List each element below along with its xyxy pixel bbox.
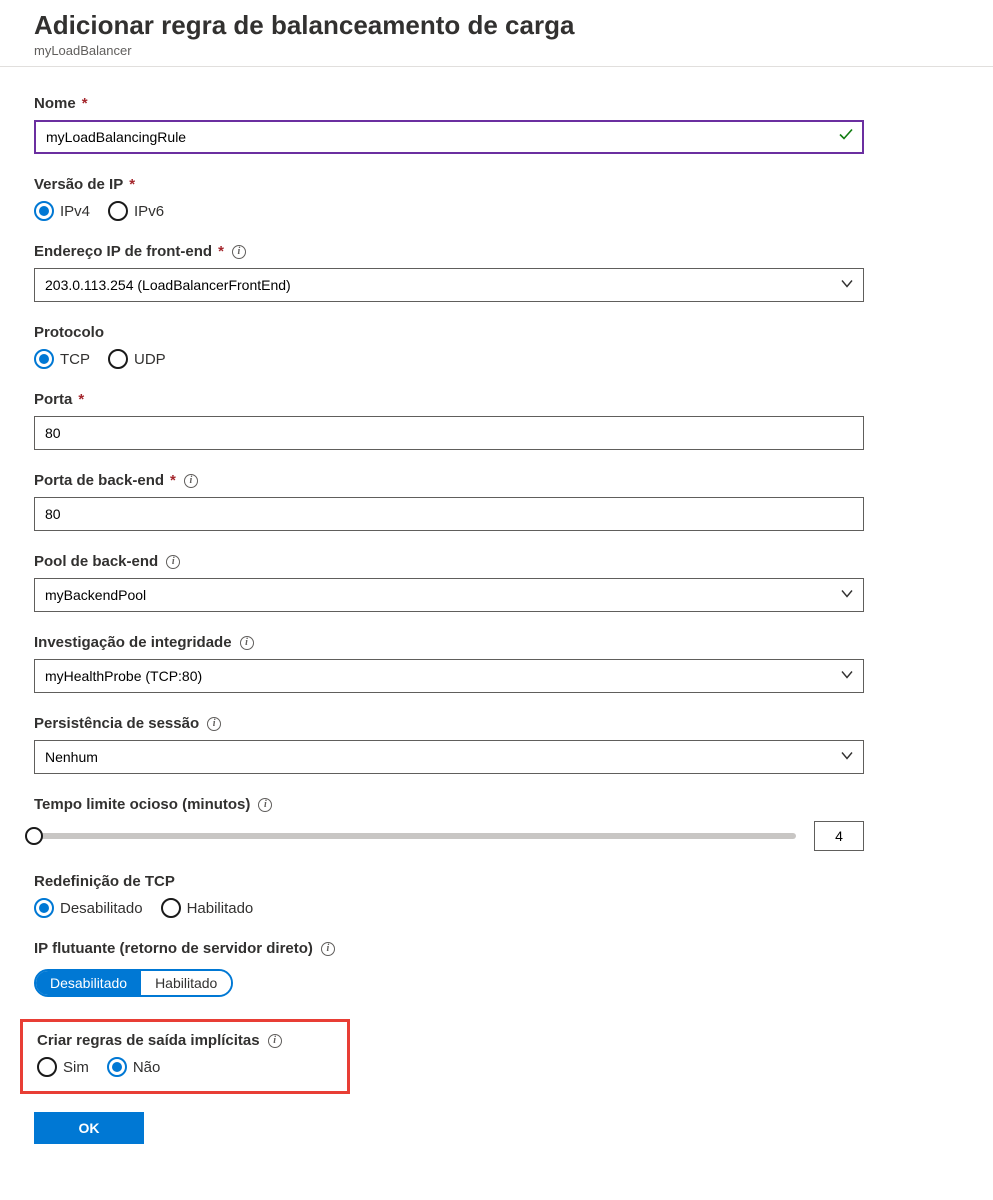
info-icon[interactable]: i bbox=[268, 1034, 282, 1048]
info-icon[interactable]: i bbox=[166, 555, 180, 569]
info-icon[interactable]: i bbox=[184, 474, 198, 488]
frontend-ip-select[interactable] bbox=[34, 268, 864, 302]
info-icon[interactable]: i bbox=[232, 245, 246, 259]
ip-version-ipv6[interactable]: IPv6 bbox=[108, 201, 164, 221]
implicit-outbound-no[interactable]: Não bbox=[107, 1057, 161, 1077]
port-label: Porta* bbox=[34, 391, 959, 408]
radio-icon bbox=[161, 898, 181, 918]
name-label: Nome* bbox=[34, 95, 959, 112]
ok-button[interactable]: OK bbox=[34, 1112, 144, 1144]
radio-icon bbox=[34, 201, 54, 221]
radio-icon bbox=[108, 349, 128, 369]
idle-timeout-value[interactable] bbox=[814, 821, 864, 851]
ip-version-ipv4[interactable]: IPv4 bbox=[34, 201, 90, 221]
divider bbox=[0, 66, 993, 67]
protocol-tcp[interactable]: TCP bbox=[34, 349, 90, 369]
implicit-outbound-label: Criar regras de saída implícitas i bbox=[37, 1032, 333, 1049]
backend-pool-label: Pool de back-end i bbox=[34, 553, 959, 570]
ip-version-label: Versão de IP* bbox=[34, 176, 959, 193]
name-input[interactable] bbox=[34, 120, 864, 154]
check-icon bbox=[838, 127, 854, 148]
implicit-outbound-highlight: Criar regras de saída implícitas i Sim N… bbox=[20, 1019, 350, 1094]
required-star: * bbox=[218, 243, 224, 260]
session-persistence-label: Persistência de sessão i bbox=[34, 715, 959, 732]
backend-port-label: Porta de back-end* i bbox=[34, 472, 959, 489]
backend-port-input[interactable] bbox=[34, 497, 864, 531]
implicit-outbound-yes[interactable]: Sim bbox=[37, 1057, 89, 1077]
port-input[interactable] bbox=[34, 416, 864, 450]
required-star: * bbox=[129, 176, 135, 193]
idle-timeout-slider[interactable] bbox=[34, 833, 796, 839]
radio-icon bbox=[107, 1057, 127, 1077]
protocol-label: Protocolo bbox=[34, 324, 959, 341]
health-probe-label: Investigação de integridade i bbox=[34, 634, 959, 651]
info-icon[interactable]: i bbox=[207, 717, 221, 731]
frontend-ip-label: Endereço IP de front-end* i bbox=[34, 243, 959, 260]
protocol-udp[interactable]: UDP bbox=[108, 349, 166, 369]
tcp-reset-label: Redefinição de TCP bbox=[34, 873, 959, 890]
required-star: * bbox=[170, 472, 176, 489]
info-icon[interactable]: i bbox=[321, 942, 335, 956]
idle-timeout-label: Tempo limite ocioso (minutos) i bbox=[34, 796, 959, 813]
tcp-reset-enabled[interactable]: Habilitado bbox=[161, 898, 254, 918]
page-title: Adicionar regra de balanceamento de carg… bbox=[34, 10, 959, 41]
required-star: * bbox=[82, 95, 88, 112]
radio-icon bbox=[34, 898, 54, 918]
tcp-reset-disabled[interactable]: Desabilitado bbox=[34, 898, 143, 918]
info-icon[interactable]: i bbox=[258, 798, 272, 812]
page-subtitle: myLoadBalancer bbox=[34, 43, 959, 58]
radio-icon bbox=[108, 201, 128, 221]
slider-thumb-icon[interactable] bbox=[25, 827, 43, 845]
health-probe-select[interactable] bbox=[34, 659, 864, 693]
radio-icon bbox=[34, 349, 54, 369]
floating-ip-disabled[interactable]: Desabilitado bbox=[36, 971, 141, 995]
floating-ip-enabled[interactable]: Habilitado bbox=[141, 971, 231, 995]
required-star: * bbox=[78, 391, 84, 408]
info-icon[interactable]: i bbox=[240, 636, 254, 650]
floating-ip-toggle[interactable]: Desabilitado Habilitado bbox=[34, 969, 233, 997]
session-persistence-select[interactable] bbox=[34, 740, 864, 774]
backend-pool-select[interactable] bbox=[34, 578, 864, 612]
floating-ip-label: IP flutuante (retorno de servidor direto… bbox=[34, 940, 959, 957]
radio-icon bbox=[37, 1057, 57, 1077]
